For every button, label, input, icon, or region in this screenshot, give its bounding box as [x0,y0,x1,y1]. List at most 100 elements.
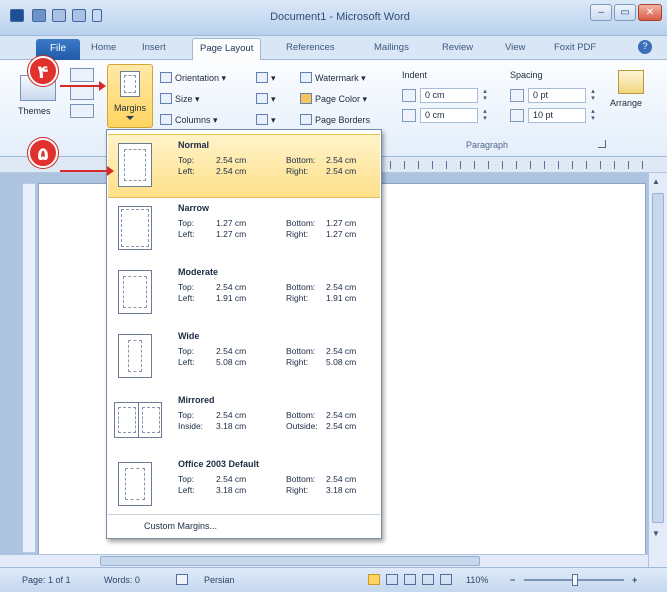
tab-view[interactable]: View [505,42,525,53]
theme-colors-icon[interactable] [70,68,94,82]
spacing-after-input[interactable]: 10 pt [528,108,586,123]
chevron-down-icon [126,116,134,120]
margins-button[interactable]: Margins [107,64,153,128]
indent-title: Indent [402,70,428,80]
print-layout-view-icon[interactable] [368,574,380,585]
margin-option-name: Mirrored [178,395,215,405]
size-button[interactable]: Size ▾ [160,91,200,107]
scroll-thumb[interactable] [652,193,664,523]
orientation-label: Orientation [175,73,220,83]
columns-label: Columns [175,115,211,125]
hyphenation-button[interactable]: ▾ [256,112,276,128]
margin-option-name: Moderate [178,267,219,277]
margin-preview-icon [118,143,152,187]
margin-option-office-2003-default[interactable]: Office 2003 Default Top: 2.54 cm Bottom: 2.… [108,454,380,518]
tab-home[interactable]: Home [91,42,116,53]
language-indicator[interactable]: Persian [204,575,235,585]
theme-effects-icon[interactable] [70,104,94,118]
tab-foxit-pdf[interactable]: Foxit PDF [554,42,596,53]
margins-dropdown: Normal Top: 2.54 cm Bottom: 2.54 cm Left: 2.… [106,129,382,539]
margin-option-name: Office 2003 Default [178,459,260,469]
page-borders-label: Page Borders [315,115,371,125]
breaks-button[interactable]: ▾ [256,70,276,86]
margin-option-narrow[interactable]: Narrow Top: 1.27 cm Bottom: 1.27 cm Left: 1.… [108,198,380,262]
theme-fonts-icon[interactable] [70,86,94,100]
page-borders-button[interactable]: Page Borders [300,112,370,128]
indent-right-icon [402,109,416,122]
dialog-launcher-icon[interactable] [598,140,606,148]
margin-preview-icon [118,334,152,378]
indent-left-icon [402,89,416,102]
columns-button[interactable]: Columns ▾ [160,112,218,128]
spacing-before-input[interactable]: 0 pt [528,88,586,103]
page-color-label: Page Color [315,94,361,104]
spacing-before-icon [510,89,524,102]
undo-icon[interactable] [52,9,66,22]
columns-icon [160,114,172,125]
watermark-label: Watermark [315,73,359,83]
proofing-icon[interactable] [176,574,188,585]
spacing-before-spinner[interactable]: ▴ ▾ [589,88,597,103]
margin-option-name: Normal [178,140,210,150]
tab-mailings[interactable]: Mailings [374,42,409,53]
title-bar: Document1 - Microsoft Word – ▭ ✕ [0,0,667,36]
horizontal-scroll-thumb[interactable] [100,556,480,566]
close-button[interactable]: ✕ [638,4,662,21]
full-screen-view-icon[interactable] [386,574,398,585]
zoom-in-button[interactable]: + [632,575,637,585]
margin-preview-icon [118,206,152,250]
page-color-button[interactable]: Page Color ▾ [300,91,367,107]
spacing-after-icon [510,109,524,122]
page-count[interactable]: Page: 1 of 1 [22,575,71,585]
indent-left-spinner[interactable]: ▴ ▾ [481,88,489,103]
spacing-after-spinner[interactable]: ▴ ▾ [589,108,597,123]
indent-left-input[interactable]: 0 cm [420,88,478,103]
redo-icon[interactable] [72,9,86,22]
scroll-up-icon[interactable]: ▲ [652,177,660,186]
ribbon-tabs: File Home Insert Page Layout References … [0,36,667,61]
window-title: Document1 - Microsoft Word [270,11,410,23]
scroll-down-icon[interactable]: ▼ [652,529,660,538]
draft-view-icon[interactable] [440,574,452,585]
tab-review[interactable]: Review [442,42,473,53]
breaks-icon [256,72,268,83]
tab-page-layout[interactable]: Page Layout [192,38,262,61]
word-app-icon[interactable] [10,9,24,22]
maximize-button[interactable]: ▭ [614,4,636,21]
arrange-icon[interactable] [618,70,644,94]
margin-preview-icon [118,270,152,314]
zoom-level[interactable]: 110% [466,575,488,585]
zoom-slider-thumb[interactable] [572,574,578,586]
arrange-label: Arrange [610,98,643,108]
horizontal-scrollbar[interactable] [0,554,648,567]
help-icon[interactable]: ? [638,40,652,54]
zoom-out-button[interactable]: − [510,575,515,585]
margin-option-mirrored[interactable]: Mirrored Top: 2.54 cm Bottom: 2.54 cm Insid… [108,390,380,454]
orientation-button[interactable]: Orientation ▾ [160,70,226,86]
word-count[interactable]: Words: 0 [104,575,140,585]
indent-right-input[interactable]: 0 cm [420,108,478,123]
line-numbers-button[interactable]: ▾ [256,91,276,107]
vertical-scrollbar[interactable]: ▲ ▼ [648,173,667,567]
save-icon[interactable] [32,9,46,22]
page-borders-icon [300,114,312,125]
margin-option-moderate[interactable]: Moderate Top: 2.54 cm Bottom: 2.54 cm Left:… [108,262,380,326]
margin-option-name: Wide [178,331,200,341]
custom-margins-button[interactable]: Custom Margins... [108,514,380,536]
margins-label: Margins [113,103,146,113]
callout-arrow-5 [60,166,114,176]
margin-option-normal[interactable]: Normal Top: 2.54 cm Bottom: 2.54 cm Left: 2.… [108,134,380,198]
callout-step-4: ۴ [28,56,58,86]
orientation-icon [160,72,172,83]
outline-view-icon[interactable] [422,574,434,585]
web-layout-view-icon[interactable] [404,574,416,585]
indent-right-spinner[interactable]: ▴ ▾ [481,108,489,123]
customize-qat-icon[interactable] [92,9,102,22]
minimize-button[interactable]: – [590,4,612,21]
watermark-button[interactable]: Watermark ▾ [300,70,366,86]
margin-option-wide[interactable]: Wide Top: 2.54 cm Bottom: 2.54 cm Left: 5.08… [108,326,380,390]
size-icon [160,93,172,104]
tab-insert[interactable]: Insert [142,42,166,53]
spacing-title: Spacing [510,70,543,80]
tab-references[interactable]: References [286,42,335,53]
